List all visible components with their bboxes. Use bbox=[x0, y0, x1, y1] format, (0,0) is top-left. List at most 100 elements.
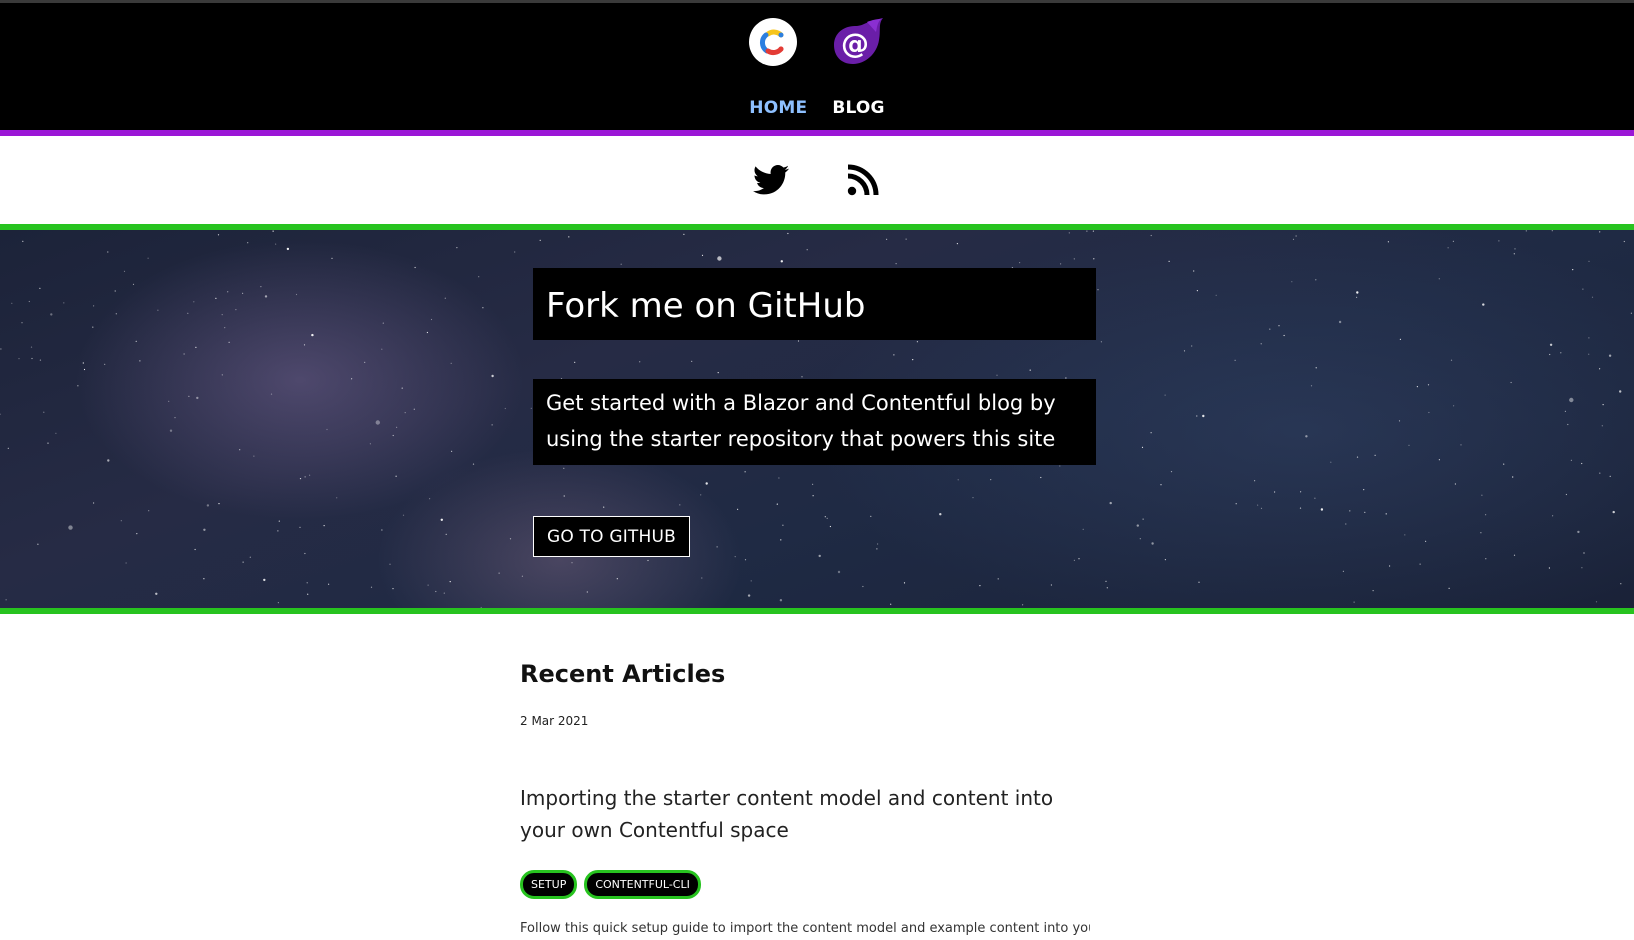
star-dot bbox=[47, 442, 49, 444]
section-title: Recent Articles bbox=[520, 660, 726, 688]
star-dot bbox=[1196, 415, 1198, 417]
star-dot bbox=[1438, 278, 1440, 280]
star-dot bbox=[514, 251, 516, 253]
star-dot bbox=[228, 341, 230, 343]
star-dot bbox=[249, 556, 251, 558]
star-dot bbox=[286, 247, 290, 251]
star-dot bbox=[157, 309, 159, 311]
contentful-logo[interactable] bbox=[749, 18, 797, 66]
star-dot bbox=[221, 314, 223, 316]
star-dot bbox=[1591, 296, 1594, 298]
star-dot bbox=[135, 340, 137, 342]
star-dot bbox=[323, 525, 325, 527]
star-dot bbox=[1278, 325, 1280, 327]
star-dot bbox=[997, 578, 999, 580]
star-dot bbox=[1141, 446, 1144, 448]
nav-blog-link[interactable]: BLOG bbox=[832, 98, 884, 118]
star-dot bbox=[837, 570, 841, 574]
star-dot bbox=[18, 358, 20, 360]
star-dot bbox=[311, 333, 314, 337]
blazor-logo[interactable]: @ bbox=[831, 18, 885, 68]
post-date: 2 Mar 2021 bbox=[520, 714, 589, 728]
star-dot bbox=[120, 520, 122, 522]
go-to-github-button[interactable]: GO TO GITHUB bbox=[533, 516, 690, 557]
star-dot bbox=[1498, 240, 1500, 242]
star-dot bbox=[304, 552, 306, 555]
star-dot bbox=[155, 592, 158, 595]
star-dot bbox=[196, 396, 199, 400]
star-dot bbox=[1283, 334, 1285, 337]
star-dot bbox=[1609, 475, 1611, 477]
star-dot bbox=[404, 412, 406, 414]
twitter-icon[interactable] bbox=[751, 160, 791, 200]
star-dot bbox=[326, 428, 328, 431]
star-dot bbox=[1619, 390, 1622, 393]
nav-home-link[interactable]: HOME bbox=[749, 98, 807, 118]
star-dot bbox=[1549, 343, 1553, 346]
star-dot bbox=[1330, 461, 1332, 463]
star-dot bbox=[427, 584, 429, 586]
star-dot bbox=[1292, 238, 1295, 240]
star-dot bbox=[37, 543, 39, 545]
star-dot bbox=[1581, 462, 1583, 465]
star-dot bbox=[50, 313, 53, 316]
star-dot bbox=[1356, 296, 1358, 298]
star-dot bbox=[1385, 513, 1387, 515]
star-dot bbox=[429, 498, 431, 500]
star-dot bbox=[68, 525, 73, 530]
star-dot bbox=[1525, 230, 1527, 232]
star-dot bbox=[1583, 552, 1585, 554]
star-dot bbox=[1022, 604, 1024, 606]
star-dot bbox=[1620, 583, 1622, 585]
twitter-bird-shape bbox=[753, 165, 789, 195]
star-dot bbox=[414, 266, 416, 269]
star-dot bbox=[1448, 587, 1450, 589]
post-title-link[interactable]: Importing the starter content model and … bbox=[520, 782, 1090, 846]
star-dot bbox=[1389, 565, 1391, 567]
star-dot bbox=[1551, 230, 1553, 232]
star-dot bbox=[107, 459, 110, 462]
star-dot bbox=[331, 257, 333, 259]
star-dot bbox=[39, 287, 41, 289]
star-dot bbox=[539, 239, 541, 241]
star-dot bbox=[1549, 353, 1551, 356]
star-dot bbox=[270, 393, 273, 395]
star-dot bbox=[263, 578, 266, 582]
star-dot bbox=[93, 305, 95, 307]
tag-contentful-cli[interactable]: CONTENTFUL-CLI bbox=[584, 870, 701, 899]
star-dot bbox=[886, 238, 888, 240]
star-dot bbox=[1314, 497, 1316, 499]
star-dot bbox=[328, 583, 330, 585]
star-dot bbox=[1260, 507, 1263, 509]
star-dot bbox=[392, 588, 394, 590]
star-dot bbox=[389, 563, 391, 565]
star-dot bbox=[480, 606, 482, 608]
star-dot bbox=[1480, 532, 1482, 534]
star-dot bbox=[1582, 288, 1584, 290]
star-dot bbox=[1364, 511, 1366, 513]
star-dot bbox=[1193, 270, 1195, 272]
star-dot bbox=[1612, 510, 1615, 514]
star-dot bbox=[1453, 405, 1455, 407]
star-dot bbox=[747, 594, 751, 597]
star-dot bbox=[1601, 425, 1603, 427]
star-dot bbox=[1503, 463, 1505, 465]
star-dot bbox=[568, 236, 570, 238]
star-dot bbox=[1353, 601, 1355, 603]
star-dot bbox=[647, 559, 649, 562]
star-dot bbox=[620, 263, 622, 265]
star-dot bbox=[21, 322, 23, 324]
star-dot bbox=[780, 260, 783, 263]
star-dot bbox=[683, 233, 685, 235]
star-dot bbox=[370, 586, 373, 588]
rss-icon[interactable] bbox=[843, 160, 883, 200]
star-dot bbox=[1363, 489, 1365, 491]
star-dot bbox=[509, 538, 512, 540]
star-dot bbox=[1372, 590, 1374, 592]
star-dot bbox=[396, 426, 398, 428]
tag-setup[interactable]: SETUP bbox=[520, 870, 578, 899]
star-dot bbox=[1198, 581, 1200, 583]
star-dot bbox=[1097, 289, 1099, 291]
star-dot bbox=[1399, 338, 1401, 340]
star-dot bbox=[125, 562, 127, 564]
